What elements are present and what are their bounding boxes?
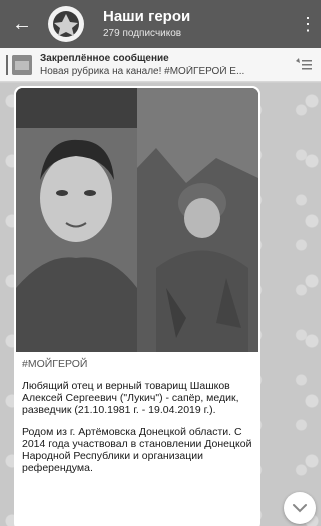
channel-title[interactable]: Наши герои	[103, 8, 190, 25]
pinned-text: Новая рубрика на канале! #МОЙГЕРОЙ Е...	[40, 66, 245, 77]
channel-header: ← Наши герои 279 подписчиков ⋮	[0, 0, 321, 48]
more-vert-icon[interactable]: ⋮	[299, 13, 317, 35]
pinned-thumbnail	[12, 55, 32, 75]
post-caption: #МОЙГЕРОЙ Любящий отец и верный товарищ …	[22, 358, 254, 484]
hashtag-link[interactable]: #МОЙГЕРОЙ	[22, 358, 254, 370]
channel-post: #МОЙГЕРОЙ Любящий отец и верный товарищ …	[14, 86, 260, 526]
post-paragraph-2: Родом из г. Артёмовска Донецкой области.…	[22, 426, 252, 474]
pinned-title: Закреплённое сообщение	[40, 53, 169, 64]
chevron-down-icon	[293, 504, 307, 513]
scroll-down-button[interactable]	[284, 492, 316, 524]
pinned-indicator	[6, 55, 8, 75]
post-photo[interactable]	[16, 88, 258, 352]
channel-avatar[interactable]	[48, 6, 84, 42]
back-arrow-icon[interactable]: ←	[10, 13, 34, 35]
pinned-list-icon[interactable]	[295, 58, 313, 72]
subscriber-count: 279 подписчиков	[103, 28, 182, 39]
post-paragraph-1: Любящий отец и верный товарищ Шашков Але…	[22, 380, 239, 416]
pinned-message-bar[interactable]: Закреплённое сообщение Новая рубрика на …	[0, 48, 321, 82]
emblem-icon	[49, 7, 83, 41]
